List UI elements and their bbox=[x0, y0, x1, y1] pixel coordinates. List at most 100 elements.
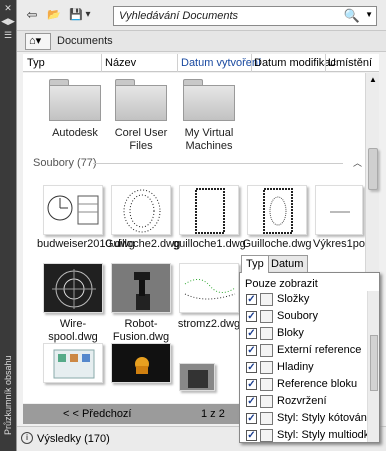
checkbox[interactable]: ✓ bbox=[246, 311, 257, 322]
checkbox[interactable]: ✓ bbox=[246, 379, 257, 390]
search-placeholder: Vyhledávání Documents bbox=[119, 10, 239, 22]
filter-item-label: Hladiny bbox=[277, 361, 314, 373]
layout-icon bbox=[260, 395, 273, 408]
file-label[interactable]: Guilloche.dwg bbox=[241, 238, 313, 251]
filter-item-slozky[interactable]: ✓ Složky bbox=[246, 292, 366, 308]
file-label[interactable]: Robot-Fusion.dwg bbox=[105, 318, 177, 344]
folder-label[interactable]: My Virtual Machines bbox=[170, 127, 248, 153]
column-header: Typ Název Datum vytvoření Datum modifika… bbox=[23, 54, 379, 72]
checkbox[interactable]: ✓ bbox=[246, 413, 257, 424]
folder-icon[interactable] bbox=[115, 79, 167, 121]
column-umisteni[interactable]: Umístění bbox=[328, 57, 372, 69]
column-separator[interactable] bbox=[251, 54, 252, 72]
checkbox[interactable]: ✓ bbox=[246, 362, 257, 373]
file-label[interactable]: Guilloche2.dwg bbox=[105, 238, 180, 251]
menu-icon[interactable]: ☰ bbox=[0, 30, 16, 42]
filter-item-styly-kotovani[interactable]: ✓ Styl: Styly kótování bbox=[246, 411, 370, 427]
filter-title: Pouze zobrazit bbox=[245, 278, 318, 290]
search-dropdown-icon[interactable]: ▼ bbox=[365, 10, 373, 19]
filter-popup: Typ Datum Pouze zobrazit ✓ Složky ✓ Soub… bbox=[239, 255, 380, 443]
checkbox[interactable]: ✓ bbox=[246, 396, 257, 407]
file-icon bbox=[260, 310, 273, 323]
multileader-style-icon bbox=[260, 429, 273, 442]
checkbox[interactable]: ✓ bbox=[246, 345, 257, 356]
folder-label[interactable]: Corel User Files bbox=[102, 127, 180, 153]
file-label[interactable]: Výkres1pod.dwg bbox=[307, 238, 365, 251]
folder-icon bbox=[260, 293, 273, 306]
content-explorer-side-bar: ✕ ◀▶ ☰ Průzkumník obsahu bbox=[0, 0, 16, 451]
results-count: Výsledky (170) bbox=[37, 433, 110, 445]
file-label[interactable]: budweiser2010.dwg bbox=[37, 238, 135, 251]
scroll-up-icon[interactable]: ▲ bbox=[369, 75, 377, 84]
file-thumbnail[interactable] bbox=[43, 343, 103, 383]
search-input[interactable]: Vyhledávání Documents 🔍 ▼ bbox=[113, 6, 377, 26]
previous-page-button[interactable]: < < Předchozí bbox=[63, 408, 132, 420]
folder-icon[interactable] bbox=[183, 79, 235, 121]
page-indicator: 1 z 2 bbox=[201, 408, 225, 420]
file-label[interactable]: stromz2.dwg bbox=[173, 318, 245, 331]
filter-item-label: Rozvržení bbox=[277, 395, 327, 407]
column-separator[interactable] bbox=[325, 54, 326, 72]
filter-item-label: Styl: Styly multiodkazů bbox=[277, 429, 380, 441]
close-icon[interactable]: ✕ bbox=[0, 3, 16, 15]
folder-icon[interactable] bbox=[49, 79, 101, 121]
breadcrumb: ⌂▾ Documents bbox=[17, 30, 386, 52]
file-thumbnail[interactable] bbox=[43, 263, 103, 313]
filter-item-soubory[interactable]: ✓ Soubory bbox=[246, 309, 366, 325]
block-icon bbox=[260, 327, 273, 340]
tab-typ[interactable]: Typ bbox=[241, 255, 269, 273]
block-reference-icon bbox=[260, 378, 273, 391]
layer-icon bbox=[260, 361, 273, 374]
filter-item-rozvrzeni[interactable]: ✓ Rozvržení bbox=[246, 394, 366, 410]
search-icon[interactable]: 🔍 bbox=[344, 8, 360, 24]
popup-scrollbar[interactable] bbox=[367, 291, 379, 442]
column-typ[interactable]: Typ bbox=[27, 57, 45, 69]
back-icon[interactable]: ⇦ bbox=[23, 7, 41, 23]
toolbar: ⇦ 📂 💾 ▾ Vyhledávání Documents 🔍 ▼ bbox=[17, 0, 386, 30]
file-thumbnail[interactable] bbox=[111, 343, 171, 383]
file-thumbnail[interactable] bbox=[111, 185, 171, 235]
filter-item-label: Složky bbox=[277, 293, 310, 305]
filter-item-styly-multiodkazu[interactable]: ✓ Styl: Styly multiodkazů bbox=[246, 428, 379, 442]
file-thumbnail[interactable] bbox=[247, 185, 307, 235]
popup-scroll-thumb[interactable] bbox=[370, 335, 378, 391]
checkbox[interactable]: ✓ bbox=[246, 328, 257, 339]
file-thumbnail[interactable] bbox=[315, 185, 363, 235]
filter-item-reference-bloku[interactable]: ✓ Reference bloku bbox=[246, 377, 366, 393]
filter-item-label: Bloky bbox=[277, 327, 304, 339]
column-separator[interactable] bbox=[177, 54, 178, 72]
file-thumbnail[interactable] bbox=[43, 185, 103, 235]
filter-item-externi-reference[interactable]: ✓ Externí reference bbox=[246, 343, 366, 359]
xref-icon bbox=[260, 344, 273, 357]
collapse-group-icon[interactable]: ︿ bbox=[353, 156, 362, 169]
filter-item-bloky[interactable]: ✓ Bloky bbox=[246, 326, 366, 342]
home-icon[interactable]: ⌂▾ bbox=[25, 33, 51, 50]
filter-item-label: Externí reference bbox=[277, 344, 362, 356]
scroll-thumb[interactable] bbox=[368, 148, 378, 190]
folder-up-icon[interactable]: 📂 bbox=[45, 7, 63, 23]
filter-item-label: Styl: Styly kótování bbox=[277, 412, 370, 424]
checkbox[interactable]: ✓ bbox=[246, 294, 257, 305]
info-icon: i bbox=[21, 432, 33, 444]
tab-datum[interactable]: Datum bbox=[266, 255, 309, 272]
column-nazev[interactable]: Název bbox=[105, 57, 136, 69]
save-dropdown-icon[interactable]: ▾ bbox=[83, 7, 93, 23]
file-thumbnail[interactable] bbox=[111, 263, 171, 313]
checkbox[interactable]: ✓ bbox=[246, 430, 257, 441]
file-thumbnail[interactable] bbox=[179, 185, 239, 235]
filter-item-hladiny[interactable]: ✓ Hladiny bbox=[246, 360, 366, 376]
filter-panel: Pouze zobrazit ✓ Složky ✓ Soubory ✓ Blok… bbox=[239, 272, 380, 443]
file-thumbnail[interactable] bbox=[179, 263, 239, 313]
filter-item-label: Reference bloku bbox=[277, 378, 358, 390]
file-thumbnail[interactable] bbox=[179, 363, 215, 391]
column-datum-modifikace[interactable]: Datum modifikac bbox=[254, 57, 336, 69]
file-label[interactable]: Wire-spool.dwg bbox=[37, 318, 109, 344]
column-separator[interactable] bbox=[101, 54, 102, 72]
dimension-style-icon bbox=[260, 412, 273, 425]
group-divider bbox=[93, 163, 343, 164]
breadcrumb-item-documents[interactable]: Documents bbox=[57, 35, 113, 47]
file-label[interactable]: guilloche1.dwg bbox=[173, 238, 246, 251]
column-datum-vytvoreni[interactable]: Datum vytvoření bbox=[181, 57, 261, 69]
pin-icon[interactable]: ◀▶ bbox=[0, 16, 16, 28]
group-header: Soubory (77) bbox=[33, 157, 97, 169]
